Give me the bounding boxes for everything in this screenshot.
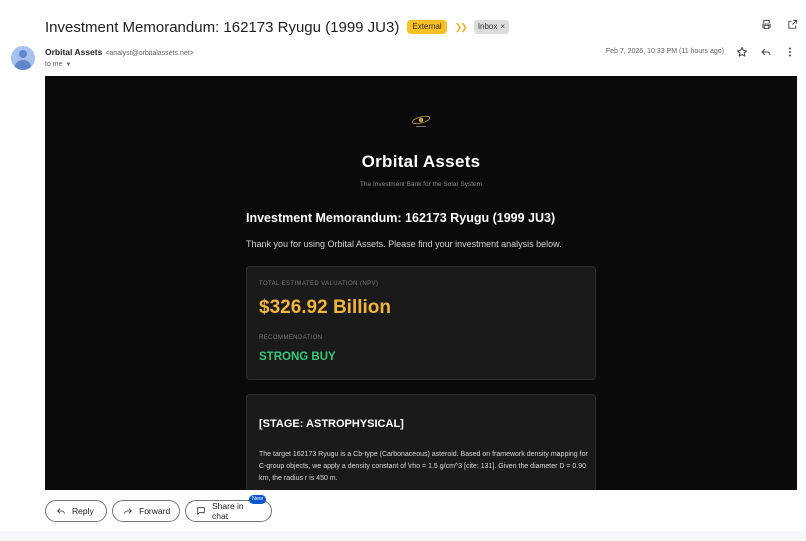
recipient-label: to me [45, 61, 63, 68]
sender-name[interactable]: Orbital Assets [45, 47, 102, 57]
orbital-assets-logo-icon [411, 115, 431, 127]
email-body: Orbital Assets The Investment Bank for t… [45, 76, 797, 490]
avatar[interactable] [11, 46, 35, 70]
reply-label: Reply [72, 506, 94, 516]
email-view: Investment Memorandum: 162173 Ryugu (199… [0, 0, 806, 541]
print-icon[interactable] [760, 18, 772, 30]
remove-label-icon[interactable]: × [500, 22, 505, 32]
valuation-label: TOTAL ESTIMATED VALUATION (NPV) [259, 281, 379, 287]
importance-marker-icon[interactable]: ❯❯ [455, 22, 468, 33]
recommendation-label: RECOMMENDATION [259, 335, 323, 341]
subject-row: Investment Memorandum: 162173 Ryugu (199… [45, 16, 806, 38]
new-badge: New [249, 495, 267, 504]
more-options-icon[interactable] [784, 46, 796, 58]
email-date: Feb 7, 2026, 10:33 PM (11 hours ago) [605, 48, 724, 55]
sender-actions [736, 46, 796, 58]
recipient-details[interactable]: to me ▼ [45, 61, 194, 68]
reply-icon [56, 506, 66, 516]
memo-heading: Investment Memorandum: 162173 Ryugu (199… [246, 211, 556, 225]
reply-icon[interactable] [760, 46, 772, 58]
sender-email: <analyst@orbitalassets.net> [105, 50, 194, 57]
reply-action-bar: Reply Forward Share in chat New [0, 490, 806, 541]
external-badge: External [407, 20, 447, 34]
forward-icon [123, 506, 133, 516]
inbox-label[interactable]: Inbox × [473, 20, 510, 34]
valuation-card: TOTAL ESTIMATED VALUATION (NPV) $326.92 … [246, 266, 596, 380]
reply-button[interactable]: Reply [45, 500, 107, 522]
inbox-label-text: Inbox [477, 22, 498, 31]
share-label: Share in chat [212, 501, 244, 521]
chat-icon [196, 506, 206, 516]
stage-text: The target 162173 Ryugu is a Cb-type (Ca… [259, 451, 588, 482]
email-subject: Investment Memorandum: 162173 Ryugu (199… [45, 18, 400, 36]
brand-title: Orbital Assets [361, 152, 481, 171]
star-icon[interactable] [736, 46, 748, 58]
bottom-strip [0, 531, 806, 541]
open-in-new-window-icon[interactable] [786, 18, 798, 30]
brand-tagline: The Investment Bank for the Solar System [359, 181, 483, 188]
stage-card: [STAGE: ASTROPHYSICAL] The target 162173… [246, 394, 596, 490]
valuation-value: $326.92 Billion [259, 297, 392, 318]
sender-block: Orbital Assets <analyst@orbitalassets.ne… [45, 47, 194, 68]
forward-button[interactable]: Forward [112, 500, 180, 522]
recommendation-value: STRONG BUY [259, 351, 336, 363]
chevron-down-icon[interactable]: ▼ [66, 62, 72, 68]
forward-label: Forward [139, 506, 171, 516]
top-actions [760, 18, 798, 30]
stage-title: [STAGE: ASTROPHYSICAL] [259, 418, 404, 430]
memo-intro: Thank you for using Orbital Assets. Plea… [246, 239, 562, 249]
